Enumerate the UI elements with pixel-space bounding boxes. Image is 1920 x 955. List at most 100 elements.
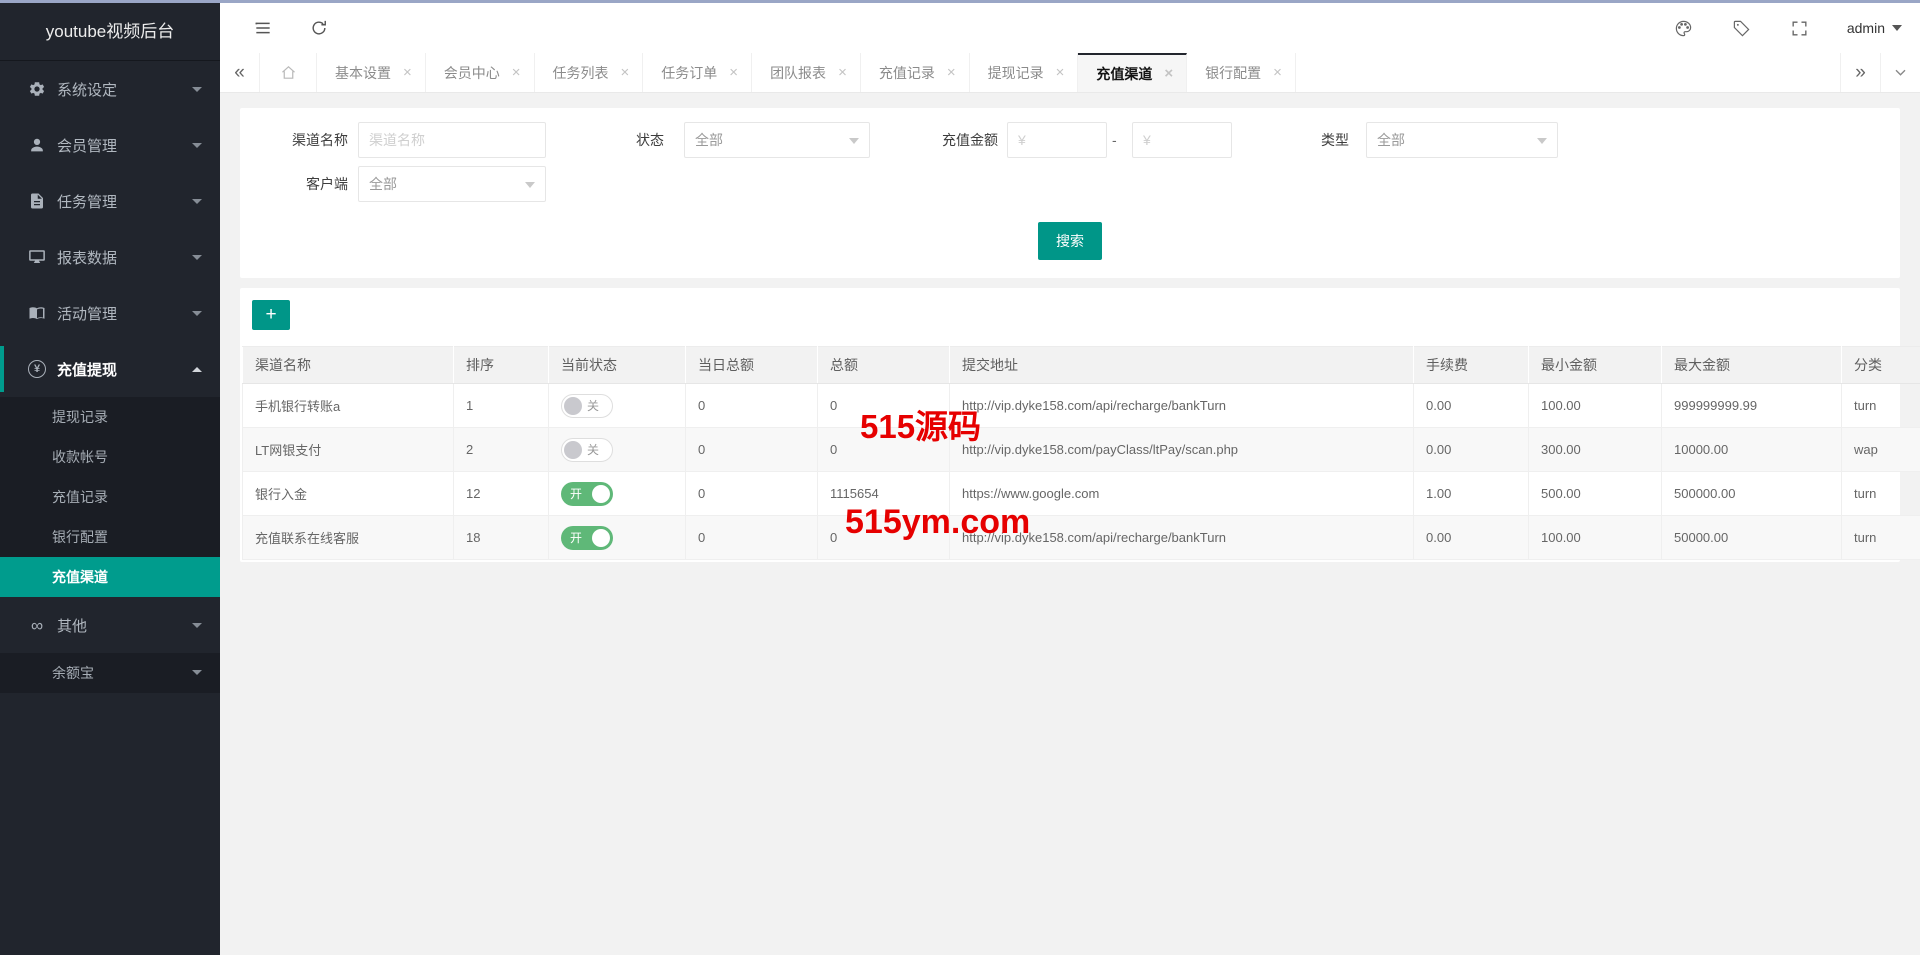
fullscreen-icon[interactable] — [1789, 17, 1811, 39]
table-cell: 300.00 — [1529, 428, 1662, 472]
table-cell: 0.00 — [1414, 516, 1529, 560]
tab-close-icon[interactable]: × — [621, 64, 630, 81]
top-header: admin — [220, 3, 1920, 54]
tabs-menu-icon[interactable] — [1880, 53, 1920, 92]
add-channel-button[interactable]: + — [252, 300, 290, 330]
column-header: 分类 — [1842, 347, 1920, 384]
sidebar-item-task-management[interactable]: 任务管理 — [0, 173, 220, 229]
tab-close-icon[interactable]: × — [1164, 65, 1173, 82]
client-label: 客户端 — [240, 166, 348, 202]
caret-down-icon — [192, 87, 202, 92]
tab-close-icon[interactable]: × — [1273, 64, 1282, 81]
tab-close-icon[interactable]: × — [403, 64, 412, 81]
caret-down-icon — [192, 143, 202, 148]
sidebar-item-label: 会员管理 — [57, 135, 117, 156]
toggle-knob — [592, 529, 610, 547]
user-menu[interactable]: admin — [1847, 20, 1902, 36]
table-cell: 12 — [454, 472, 549, 516]
tab-task-list[interactable]: 任务列表 × — [535, 53, 644, 92]
sidebar-item-label: 任务管理 — [57, 191, 117, 212]
tabs-scroll-left-icon[interactable]: « — [220, 53, 260, 92]
table-cell: 1.00 — [1414, 472, 1529, 516]
tab-label: 任务列表 — [553, 63, 609, 83]
sidebar-item-report-data[interactable]: 报表数据 — [0, 229, 220, 285]
table-cell: 0.00 — [1414, 384, 1529, 428]
sidebar-submenu-other: 余额宝 — [0, 653, 220, 693]
sidebar-subitem-recharge-channels[interactable]: 充值渠道 — [0, 557, 220, 597]
table-cell: http://vip.dyke158.com/api/recharge/bank… — [950, 384, 1414, 428]
tab-close-icon[interactable]: × — [1056, 64, 1065, 81]
status-toggle[interactable]: 关 — [561, 394, 613, 418]
status-cell: 开 — [549, 472, 686, 516]
sidebar-subitem-yuebao[interactable]: 余额宝 — [0, 653, 220, 693]
sidebar-subitem-collection-accounts[interactable]: 收款帐号 — [0, 437, 220, 477]
client-select[interactable]: 全部 — [358, 166, 546, 202]
sidebar-subitem-recharge-records[interactable]: 充值记录 — [0, 477, 220, 517]
sidebar-item-member-management[interactable]: 会员管理 — [0, 117, 220, 173]
tab-task-orders[interactable]: 任务订单 × — [643, 53, 752, 92]
app-title: youtube视频后台 — [0, 3, 220, 61]
table-cell: 0 — [686, 384, 818, 428]
amount-separator: - — [1112, 122, 1117, 158]
hamburger-icon[interactable] — [248, 13, 278, 43]
channel-name-input[interactable] — [358, 122, 546, 158]
table-cell: 0.00 — [1414, 428, 1529, 472]
tab-withdraw-records[interactable]: 提现记录× — [970, 53, 1079, 92]
status-select-value: 全部 — [695, 130, 723, 150]
infinity-icon: ∞ — [26, 617, 48, 634]
search-button[interactable]: 搜索 — [1038, 222, 1102, 260]
status-label: 状态 — [560, 122, 664, 158]
toggle-knob — [592, 485, 610, 503]
table-cell: turn — [1842, 472, 1920, 516]
status-toggle[interactable]: 开 — [561, 482, 613, 506]
filter-panel: 渠道名称 状态 全部 充值金额 - 类型 全部 客户端 全部 搜索 — [240, 108, 1900, 278]
tab-label: 会员中心 — [444, 63, 500, 83]
sidebar-item-activity-management[interactable]: 活动管理 — [0, 285, 220, 341]
tab-recharge-channels[interactable]: 充值渠道× — [1078, 53, 1187, 92]
table-cell: 充值联系在线客服 — [243, 516, 454, 560]
tab-recharge-records[interactable]: 充值记录× — [861, 53, 970, 92]
caret-down-icon — [192, 623, 202, 628]
toggle-label: 开 — [570, 485, 582, 502]
table-cell: 2 — [454, 428, 549, 472]
palette-icon[interactable] — [1673, 17, 1695, 39]
status-toggle[interactable]: 开 — [561, 526, 613, 550]
tabs-scroll-right-icon[interactable]: » — [1840, 53, 1880, 92]
table-row: 手机银行转账a1关00http://vip.dyke158.com/api/re… — [243, 384, 1920, 428]
tab-close-icon[interactable]: × — [838, 64, 847, 81]
status-toggle[interactable]: 关 — [561, 438, 613, 462]
caret-up-icon — [192, 367, 202, 372]
sidebar-subitem-bank-config[interactable]: 银行配置 — [0, 517, 220, 557]
user-icon — [26, 136, 48, 154]
document-icon — [26, 192, 48, 210]
tab-close-icon[interactable]: × — [947, 64, 956, 81]
tab-basic-settings[interactable]: 基本设置× — [317, 53, 426, 92]
sidebar-item-recharge-withdraw[interactable]: ¥充值提现 — [0, 341, 220, 397]
tab-close-icon[interactable]: × — [512, 64, 521, 81]
table-cell: LT网银支付 — [243, 428, 454, 472]
column-header: 手续费 — [1414, 347, 1529, 384]
type-select-value: 全部 — [1377, 130, 1405, 150]
tab-close-icon[interactable]: × — [729, 64, 738, 81]
tab-team-report[interactable]: 团队报表× — [752, 53, 861, 92]
home-tab[interactable] — [260, 53, 317, 92]
sidebar-item-system-settings[interactable]: 系统设定 — [0, 61, 220, 117]
channel-name-label: 渠道名称 — [240, 122, 348, 158]
sidebar-item-other[interactable]: ∞其他 — [0, 597, 220, 653]
type-label: 类型 — [1240, 122, 1349, 158]
tab-label: 任务订单 — [661, 63, 717, 83]
amount-min-input[interactable] — [1007, 122, 1107, 158]
tab-bank-config[interactable]: 银行配置× — [1187, 53, 1296, 92]
sidebar-subitem-withdraw-records[interactable]: 提现记录 — [0, 397, 220, 437]
sidebar-submenu-recharge-withdraw: 提现记录收款帐号充值记录银行配置充值渠道 — [0, 397, 220, 597]
home-icon — [280, 64, 297, 81]
table-header-row: 渠道名称排序当前状态当日总额总额提交地址手续费最小金额最大金额分类客户端管理操作 — [243, 347, 1920, 384]
user-name: admin — [1847, 20, 1885, 36]
tab-member-center[interactable]: 会员中心 × — [426, 53, 535, 92]
table-cell: 100.00 — [1529, 516, 1662, 560]
gear-icon — [26, 80, 48, 98]
amount-max-input[interactable] — [1132, 122, 1232, 158]
refresh-icon[interactable] — [304, 13, 334, 43]
tag-icon[interactable] — [1731, 17, 1753, 39]
type-select[interactable]: 全部 — [1366, 122, 1558, 158]
